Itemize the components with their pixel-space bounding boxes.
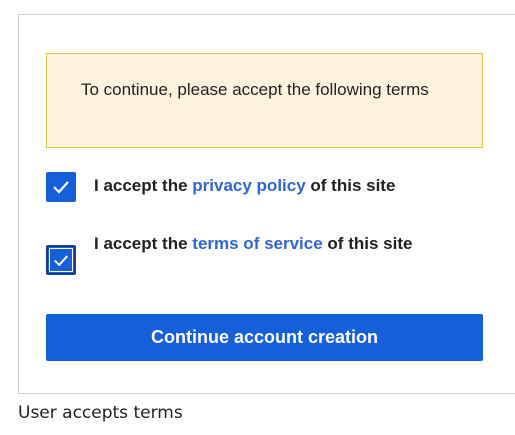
check-icon xyxy=(53,181,69,194)
privacy-policy-link[interactable]: privacy policy xyxy=(192,176,305,195)
privacy-suffix-text: of this site xyxy=(310,176,396,195)
terms-suffix-text: of this site xyxy=(327,234,413,253)
terms-notice: To continue, please accept the following… xyxy=(46,53,483,148)
privacy-policy-checkbox[interactable] xyxy=(46,172,76,202)
terms-prefix-text: I accept the xyxy=(94,234,188,253)
privacy-policy-label: I accept the privacy policy of this site xyxy=(94,172,395,199)
notice-text: To continue, please accept the following… xyxy=(81,80,429,99)
terms-of-service-checkbox[interactable] xyxy=(46,245,76,275)
continue-account-creation-button[interactable]: Continue account creation xyxy=(46,314,483,361)
screenshot-caption: User accepts terms xyxy=(18,403,183,423)
terms-of-service-row: I accept the terms of service of this si… xyxy=(46,230,454,275)
terms-of-service-link[interactable]: terms of service xyxy=(192,234,322,253)
privacy-prefix-text: I accept the xyxy=(94,176,188,195)
check-icon xyxy=(54,255,68,267)
privacy-policy-row: I accept the privacy policy of this site xyxy=(46,172,395,202)
terms-of-service-label: I accept the terms of service of this si… xyxy=(94,230,454,257)
